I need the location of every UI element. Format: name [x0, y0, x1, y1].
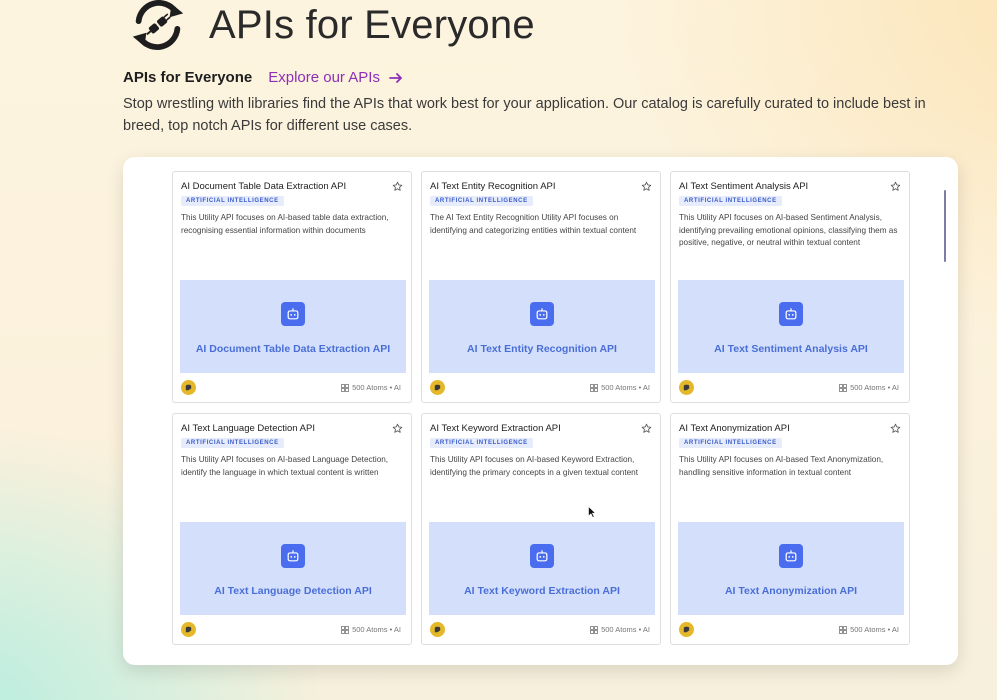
thumbnail-title: AI Text Sentiment Analysis API: [714, 343, 868, 355]
card-meta: 500 Atoms • AI: [341, 383, 401, 392]
atoms-icon: [341, 383, 349, 392]
robot-icon: [530, 302, 554, 326]
card-thumbnail: AI Text Sentiment Analysis API: [678, 280, 904, 373]
atoms-icon: [590, 383, 598, 392]
section-description: Stop wrestling with libraries find the A…: [123, 96, 926, 134]
card-meta-text: 500 Atoms • AI: [601, 383, 650, 392]
provider-avatar: [181, 380, 196, 395]
subhead: APIs for Everyone Explore our APIs: [123, 69, 404, 86]
star-icon[interactable]: [890, 423, 901, 434]
card-description: This Utility API focuses on AI-based Key…: [430, 455, 638, 477]
card-title: AI Text Keyword Extraction API: [430, 423, 561, 434]
card-title: AI Text Sentiment Analysis API: [679, 181, 809, 192]
explore-apis-label: Explore our APIs: [268, 69, 380, 86]
provider-avatar: [181, 622, 196, 637]
atoms-icon: [839, 383, 847, 392]
card-title: AI Text Anonymization API: [679, 423, 790, 434]
robot-icon: [779, 544, 803, 568]
hero: APIs for Everyone: [127, 0, 535, 56]
category-badge: ARTIFICIAL INTELLIGENCE: [679, 196, 782, 206]
card-thumbnail: AI Text Anonymization API: [678, 522, 904, 615]
card-thumbnail: AI Document Table Data Extraction API: [180, 280, 406, 373]
thumbnail-title: AI Text Keyword Extraction API: [464, 585, 620, 597]
card-description: This Utility API focuses on AI-based Lan…: [181, 455, 389, 477]
api-card[interactable]: AI Text Keyword Extraction API ARTIFICIA…: [421, 413, 661, 645]
api-card[interactable]: AI Text Language Detection API ARTIFICIA…: [172, 413, 412, 645]
card-title: AI Text Entity Recognition API: [430, 181, 556, 192]
hero-title: APIs for Everyone: [209, 2, 535, 47]
thumbnail-title: AI Text Anonymization API: [724, 585, 858, 597]
atoms-icon: [590, 625, 598, 634]
category-badge: ARTIFICIAL INTELLIGENCE: [430, 196, 533, 206]
category-badge: ARTIFICIAL INTELLIGENCE: [181, 196, 284, 206]
card-description: This Utility API focuses on AI-based Tex…: [679, 455, 884, 477]
api-card[interactable]: AI Text Sentiment Analysis API ARTIFICIA…: [670, 171, 910, 403]
api-card[interactable]: AI Document Table Data Extraction API AR…: [172, 171, 412, 403]
api-card-grid: AI Document Table Data Extraction API AR…: [172, 171, 911, 645]
robot-icon: [779, 302, 803, 326]
robot-icon: [281, 302, 305, 326]
card-thumbnail: AI Text Keyword Extraction API: [429, 522, 655, 615]
thumbnail-title: AI Text Entity Recognition API: [467, 343, 617, 355]
card-meta-text: 500 Atoms • AI: [850, 383, 899, 392]
category-badge: ARTIFICIAL INTELLIGENCE: [430, 438, 533, 448]
section-title: APIs for Everyone: [123, 69, 253, 86]
card-meta: 500 Atoms • AI: [839, 383, 899, 392]
card-meta-text: 500 Atoms • AI: [352, 625, 401, 634]
api-card[interactable]: AI Text Anonymization API ARTIFICIAL INT…: [670, 413, 910, 645]
provider-avatar: [430, 380, 445, 395]
card-description: The AI Text Entity Recognition Utility A…: [430, 213, 637, 235]
thumbnail-title: AI Text Language Detection API: [214, 585, 372, 597]
card-meta: 500 Atoms • AI: [839, 625, 899, 634]
plug-cycle-icon: [132, 0, 184, 50]
robot-icon: [530, 544, 554, 568]
card-meta: 500 Atoms • AI: [341, 625, 401, 634]
star-icon[interactable]: [641, 423, 652, 434]
api-card[interactable]: AI Text Entity Recognition API ARTIFICIA…: [421, 171, 661, 403]
card-meta-text: 500 Atoms • AI: [352, 383, 401, 392]
card-thumbnail: AI Text Entity Recognition API: [429, 280, 655, 373]
card-meta-text: 500 Atoms • AI: [850, 625, 899, 634]
scrollbar-thumb[interactable]: [944, 190, 946, 262]
atoms-icon: [839, 625, 847, 634]
explore-apis-link[interactable]: Explore our APIs: [268, 69, 404, 86]
star-icon[interactable]: [392, 181, 403, 192]
thumbnail-title: AI Document Table Data Extraction API: [195, 343, 391, 355]
provider-avatar: [430, 622, 445, 637]
card-description: This Utility API focuses on AI-based Sen…: [679, 213, 898, 247]
card-title: AI Document Table Data Extraction API: [181, 181, 347, 192]
card-description: This Utility API focuses on AI-based tab…: [181, 213, 389, 235]
star-icon[interactable]: [890, 181, 901, 192]
category-badge: ARTIFICIAL INTELLIGENCE: [181, 438, 284, 448]
card-meta-text: 500 Atoms • AI: [601, 625, 650, 634]
mouse-cursor-icon: [588, 506, 596, 518]
card-thumbnail: AI Text Language Detection API: [180, 522, 406, 615]
robot-icon: [281, 544, 305, 568]
star-icon[interactable]: [392, 423, 403, 434]
arrow-right-icon: [389, 72, 402, 83]
card-meta: 500 Atoms • AI: [590, 383, 650, 392]
provider-avatar: [679, 622, 694, 637]
star-icon[interactable]: [641, 181, 652, 192]
card-meta: 500 Atoms • AI: [590, 625, 650, 634]
api-catalog-panel: AI Document Table Data Extraction API AR…: [123, 157, 958, 665]
provider-avatar: [679, 380, 694, 395]
category-badge: ARTIFICIAL INTELLIGENCE: [679, 438, 782, 448]
atoms-icon: [341, 625, 349, 634]
card-title: AI Text Language Detection API: [181, 423, 315, 434]
